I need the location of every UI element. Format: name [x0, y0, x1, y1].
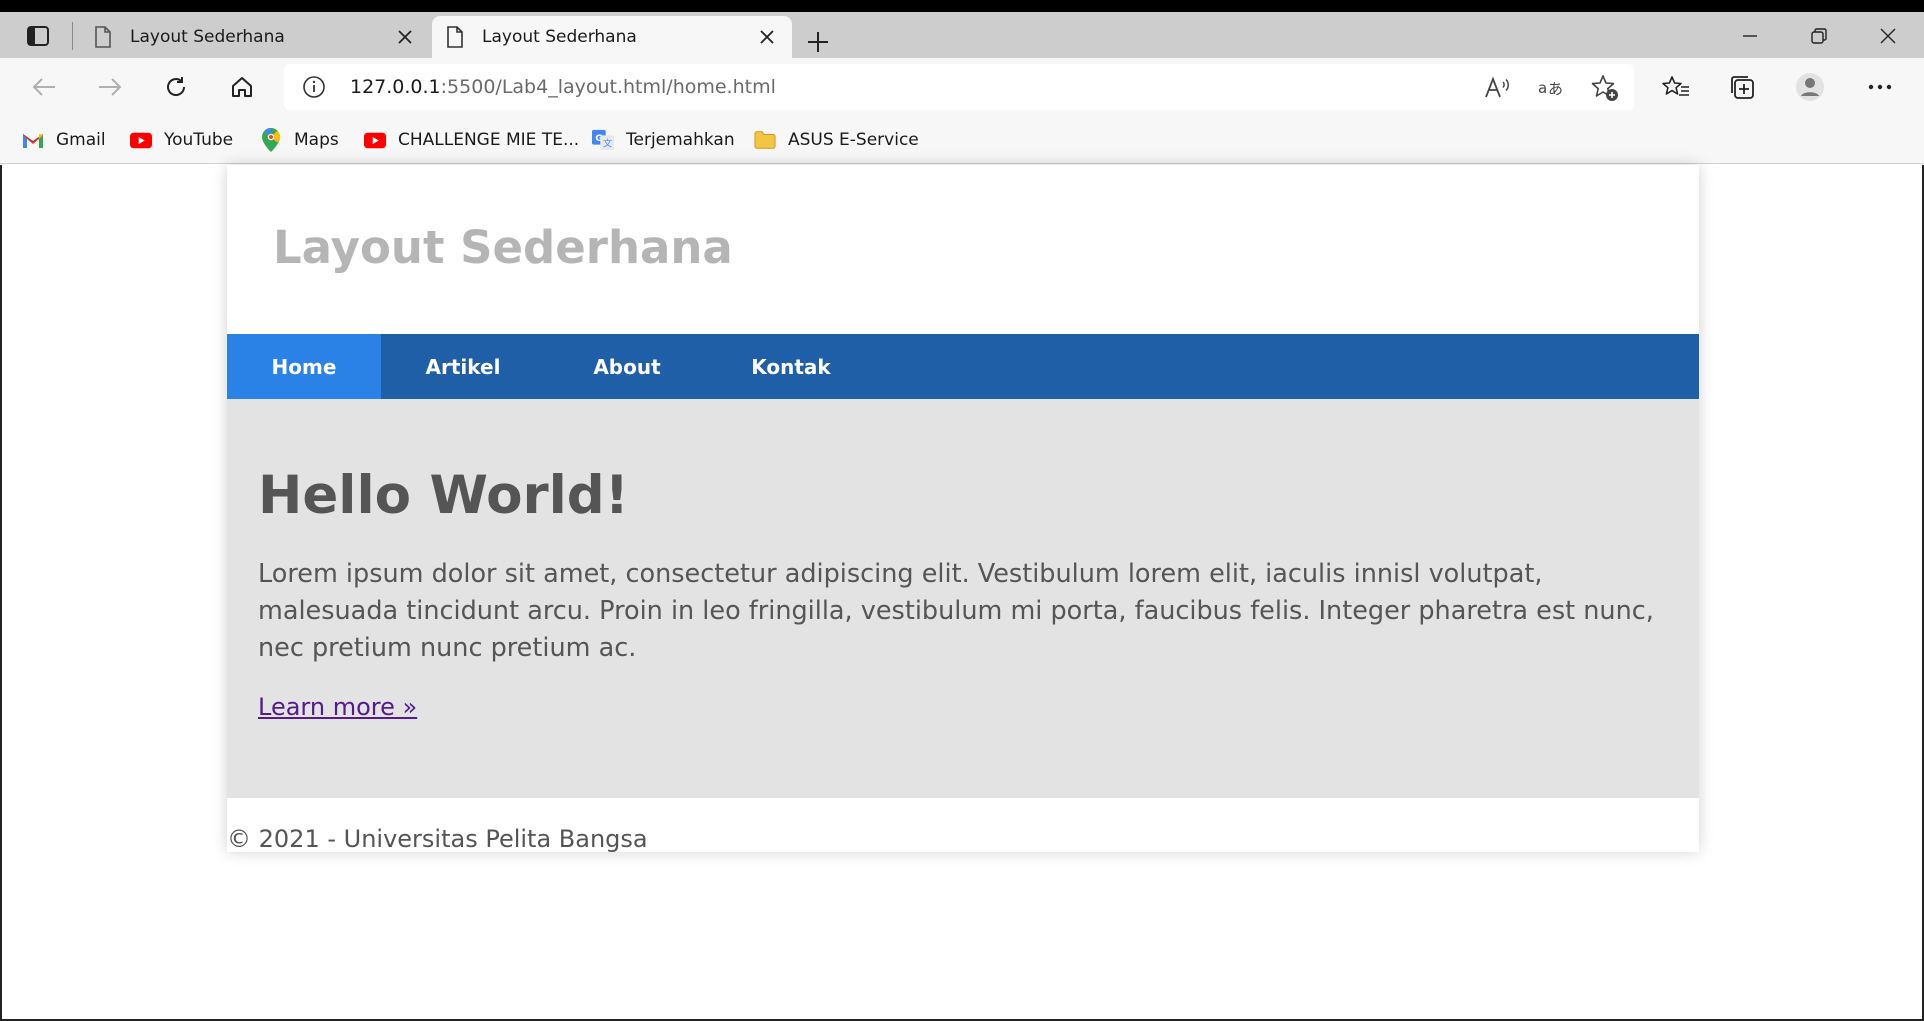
nav-home[interactable]: Home: [227, 334, 381, 399]
back-arrow-icon: [32, 78, 55, 96]
tab-inactive[interactable]: Layout Sederhana: [80, 16, 430, 58]
site-title: Layout Sederhana: [273, 221, 733, 274]
read-aloud-icon: [1485, 76, 1509, 98]
refresh-button[interactable]: [156, 69, 196, 105]
close-tab-icon[interactable]: [752, 22, 782, 52]
nav-kontak[interactable]: Kontak: [709, 334, 873, 399]
close-icon: [1880, 28, 1896, 44]
bookmark-label: Gmail: [56, 130, 106, 150]
svg-text:あ: あ: [1548, 80, 1563, 98]
bookmark-label: CHALLENGE MIE TE...: [398, 130, 580, 150]
site-header: Layout Sederhana: [227, 165, 1699, 334]
hero-section: Hello World! Lorem ipsum dolor sit amet,…: [227, 399, 1699, 798]
close-tab-icon[interactable]: [390, 22, 420, 52]
youtube-icon: [130, 129, 152, 151]
home-icon: [232, 77, 252, 97]
bookmark-maps[interactable]: Maps: [260, 126, 339, 154]
footer-copyright: © 2021 - Universitas Pelita Bangsa: [227, 825, 648, 853]
restore-icon: [1811, 28, 1827, 44]
bookmark-challenge[interactable]: CHALLENGE MIE TE...: [364, 126, 579, 154]
profile-button[interactable]: [1790, 69, 1830, 105]
back-button[interactable]: [24, 69, 64, 105]
nav-about[interactable]: About: [545, 334, 709, 399]
forward-arrow-icon: [99, 78, 122, 96]
site-container: Layout Sederhana Home Artikel About Kont…: [227, 165, 1699, 853]
hero-heading: Hello World!: [258, 465, 629, 526]
star-add-icon: [1591, 75, 1618, 101]
minimize-icon: [1743, 35, 1757, 37]
refresh-icon: [167, 77, 186, 96]
bookmark-label: Maps: [294, 130, 339, 150]
bookmark-label: Terjemahkan: [626, 130, 735, 150]
translate-icon: G文: [592, 129, 614, 151]
translate-page-icon: aあ: [1538, 79, 1563, 98]
forward-button[interactable]: [90, 69, 130, 105]
page-viewport: Layout Sederhana Home Artikel About Kont…: [0, 165, 1924, 1021]
document-icon: [447, 26, 463, 48]
folder-icon: [754, 129, 776, 151]
tab-title: Layout Sederhana: [130, 27, 285, 47]
site-info-icon[interactable]: [302, 75, 326, 99]
bookmark-gmail[interactable]: Gmail: [22, 126, 106, 154]
tab-active[interactable]: Layout Sederhana: [432, 16, 792, 58]
translate-button[interactable]: aあ: [1536, 73, 1566, 103]
browser-toolbar: 127.0.0.1:5500/Lab4_layout.html/home.htm…: [0, 58, 1924, 116]
bookmark-asus[interactable]: ASUS E-Service: [754, 126, 919, 154]
collections-icon: [1731, 76, 1754, 99]
more-icon: [1868, 84, 1892, 90]
collections-button[interactable]: [1722, 69, 1762, 105]
document-icon: [95, 26, 111, 48]
window-top-edge: [0, 0, 1924, 12]
read-aloud-button[interactable]: [1482, 73, 1512, 103]
url-host: 127.0.0.1: [350, 76, 441, 98]
tab-bar: Layout Sederhana Layout Sederhana: [0, 12, 1924, 58]
svg-text:文: 文: [603, 137, 612, 149]
favorites-icon: [1662, 76, 1689, 96]
tab-title: Layout Sederhana: [482, 27, 637, 47]
restore-button[interactable]: [1791, 18, 1847, 54]
url-text[interactable]: 127.0.0.1:5500/Lab4_layout.html/home.htm…: [350, 76, 776, 98]
favorites-button[interactable]: [1656, 69, 1696, 105]
bookmark-youtube[interactable]: YouTube: [130, 126, 233, 154]
bookmark-label: YouTube: [164, 130, 234, 150]
tab-separator: [72, 22, 73, 50]
maps-icon: [260, 128, 282, 152]
bookmark-label: ASUS E-Service: [788, 130, 919, 150]
minimize-button[interactable]: [1722, 18, 1778, 54]
close-window-button[interactable]: [1860, 18, 1916, 54]
svg-text:a: a: [1538, 79, 1547, 97]
plus-icon: [808, 32, 828, 52]
gmail-icon: [22, 129, 44, 151]
url-path: :5500/Lab4_layout.html/home.html: [440, 76, 776, 98]
settings-more-button[interactable]: [1860, 69, 1900, 105]
address-bar[interactable]: 127.0.0.1:5500/Lab4_layout.html/home.htm…: [284, 64, 1634, 110]
learn-more-link[interactable]: Learn more »: [258, 693, 417, 721]
new-tab-button[interactable]: [800, 24, 836, 60]
bookmark-terjemahkan[interactable]: G文 Terjemahkan: [592, 126, 735, 154]
add-favorite-button[interactable]: [1590, 73, 1620, 103]
hero-body: Lorem ipsum dolor sit amet, consectetur …: [258, 559, 1654, 663]
main-nav: Home Artikel About Kontak: [227, 334, 1699, 399]
tab-actions-button[interactable]: [18, 22, 58, 50]
nav-artikel[interactable]: Artikel: [381, 334, 545, 399]
bookmarks-bar: Gmail YouTube Maps CHALLENGE MIE TE... G…: [0, 116, 1924, 164]
youtube-icon: [364, 129, 386, 151]
home-button[interactable]: [222, 69, 262, 105]
profile-avatar-icon: [1796, 73, 1824, 101]
tab-actions-icon: [27, 26, 49, 46]
